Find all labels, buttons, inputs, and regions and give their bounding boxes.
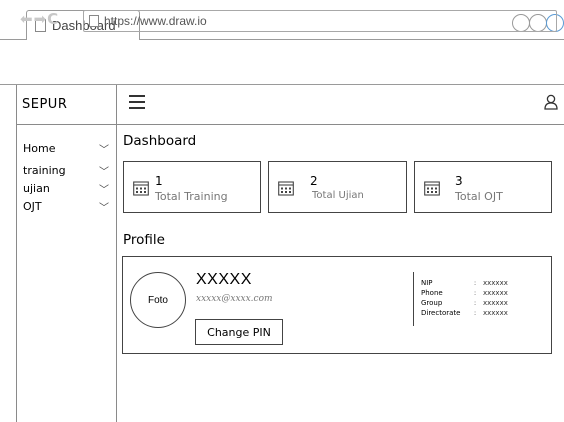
sidebar-item-label: Home [23, 141, 56, 155]
detail-key: NIP [421, 279, 433, 287]
card-label: Total Training [155, 190, 228, 203]
detail-row-directorate: Directorate : xxxxxx [421, 308, 546, 318]
tab-line-cover [27, 39, 139, 41]
detail-key: Directorate [421, 309, 461, 317]
avatar: Foto [130, 272, 186, 328]
card-total-training[interactable]: 1 Total Training [123, 161, 261, 213]
profile-details: NIP : xxxxxx Phone : xxxxxx Group : xxxx… [421, 278, 546, 318]
card-total-ojt[interactable]: 3 Total OJT [414, 161, 552, 213]
detail-key: Phone [421, 289, 443, 297]
sidebar-item-label: OJT [23, 199, 42, 213]
change-pin-button[interactable]: Change PIN [195, 319, 283, 345]
profile-email: xxxxx@xxxx.com [196, 294, 273, 304]
back-arrow-icon[interactable]: ⬅ [20, 10, 34, 28]
forward-arrow-icon[interactable]: ➡ [34, 10, 48, 28]
card-label: Total Ujian [312, 190, 364, 201]
app-topbar [117, 85, 564, 125]
browser-navbar [0, 44, 564, 84]
card-total-ujian[interactable]: 2 Total Ujian [268, 161, 407, 213]
chevron-down-icon: ﹀ [99, 144, 109, 156]
nav-arrows: ⬅➡C [20, 10, 59, 28]
reload-icon[interactable]: C [47, 10, 59, 28]
detail-sep: : [473, 289, 477, 297]
card-number: 1 [155, 174, 163, 188]
sidebar-item-ujian[interactable]: ujian ﹀ [23, 180, 109, 196]
app-brand: SEPUR [16, 85, 117, 125]
sidebar-item-ojt[interactable]: OJT ﹀ [23, 198, 109, 214]
user-icon[interactable] [544, 94, 558, 110]
sidebar-item-training[interactable]: training ﹀ [23, 162, 109, 178]
dashboard-title: Dashboard [123, 133, 197, 149]
sidebar-item-label: ujian [23, 181, 50, 195]
detail-key: Group [421, 299, 443, 307]
hamburger-icon[interactable] [129, 95, 145, 109]
chevron-down-icon: ﹀ [99, 166, 109, 178]
sidebar-item-home[interactable]: Home ﹀ [23, 140, 109, 156]
url-text: https://www.draw.io [104, 14, 207, 28]
profile-divider [413, 272, 414, 326]
profile-name: XXXXX [196, 271, 252, 288]
page-icon [89, 15, 99, 27]
profile-title: Profile [123, 232, 165, 248]
calendar-icon [278, 181, 294, 196]
card-number: 3 [455, 174, 463, 188]
detail-sep: : [473, 309, 477, 317]
detail-value: xxxxxx [483, 279, 508, 287]
sidebar-menu: Home ﹀ training ﹀ ujian ﹀ OJT ﹀ [23, 140, 109, 216]
detail-value: xxxxxx [483, 299, 508, 307]
detail-value: xxxxxx [483, 309, 508, 317]
chevron-down-icon: ﹀ [99, 202, 109, 214]
sidebar [16, 85, 117, 422]
card-label: Total OJT [455, 190, 503, 203]
detail-row-group: Group : xxxxxx [421, 298, 546, 308]
card-number: 2 [310, 174, 318, 188]
calendar-icon [424, 181, 440, 196]
url-bar[interactable]: https://www.draw.io [83, 10, 557, 32]
detail-row-phone: Phone : xxxxxx [421, 288, 546, 298]
detail-sep: : [473, 279, 477, 287]
chevron-down-icon: ﹀ [99, 184, 109, 196]
calendar-icon [133, 181, 149, 196]
sidebar-item-label: training [23, 163, 66, 177]
detail-row-nip: NIP : xxxxxx [421, 278, 546, 288]
detail-value: xxxxxx [483, 289, 508, 297]
detail-sep: : [473, 299, 477, 307]
avatar-label: Foto [147, 294, 168, 306]
